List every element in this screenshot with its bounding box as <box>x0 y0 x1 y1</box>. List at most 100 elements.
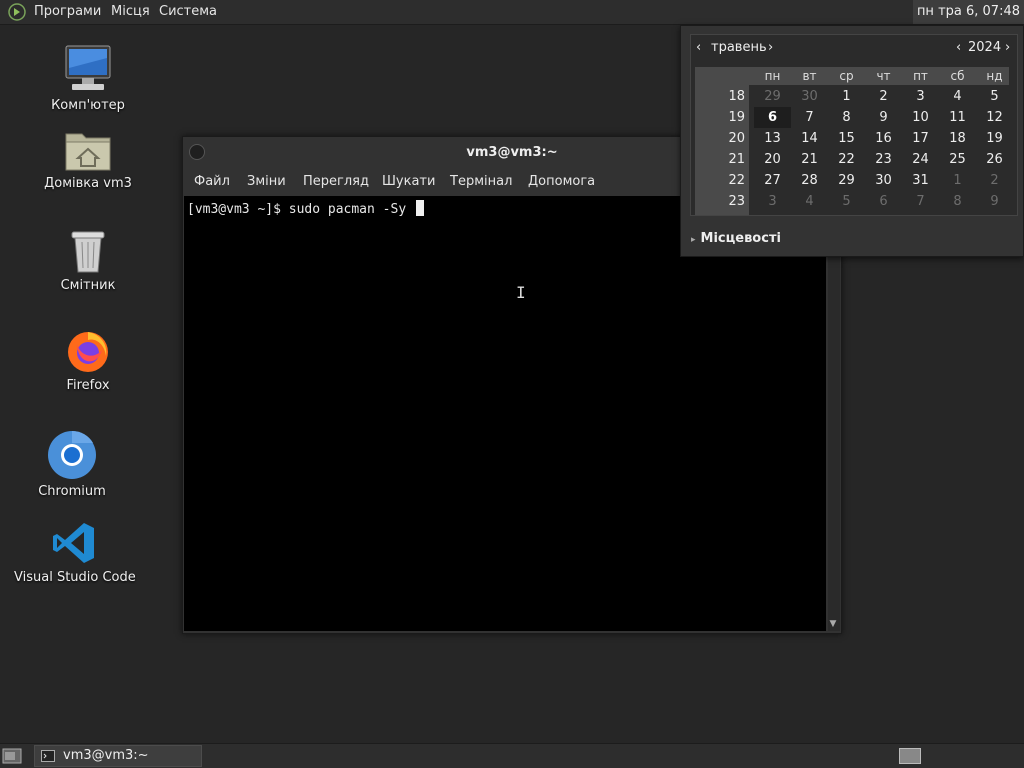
menu-system[interactable]: Система <box>159 0 217 24</box>
desktop-icon-trash[interactable]: Смітник <box>28 228 148 293</box>
taskbar-window-label: vm3@vm3:~ <box>63 748 149 763</box>
calendar-day[interactable]: 12 <box>976 107 1013 128</box>
calendar-day[interactable]: 20 <box>754 149 791 170</box>
vscode-icon <box>53 523 94 563</box>
clock[interactable]: пн тра 6, 07:48 <box>912 0 1024 24</box>
locations-label: Місцевості <box>700 231 781 246</box>
menu-search[interactable]: Шукати <box>382 169 435 195</box>
calendar-day[interactable]: 13 <box>754 128 791 149</box>
calendar-day[interactable]: 30 <box>865 170 902 191</box>
workspace-switcher[interactable] <box>899 748 921 764</box>
calendar-month: травень <box>711 40 767 55</box>
desktop-icon-firefox[interactable]: Firefox <box>28 326 148 393</box>
scroll-down-arrow-icon[interactable]: ▼ <box>827 618 839 630</box>
calendar-day[interactable]: 4 <box>939 86 976 107</box>
calendar-day[interactable]: 8 <box>939 191 976 212</box>
calendar-day[interactable]: 7 <box>902 191 939 212</box>
calendar-day[interactable]: 23 <box>865 149 902 170</box>
next-year-icon[interactable]: › <box>1005 39 1010 57</box>
calendar-day[interactable]: 22 <box>828 149 865 170</box>
calendar-day[interactable]: 8 <box>828 107 865 128</box>
week-number: 23 <box>728 194 745 209</box>
calendar-day[interactable]: 1 <box>828 86 865 107</box>
calendar-day[interactable]: 14 <box>791 128 828 149</box>
desktop-icon-computer[interactable]: Комп'ютер <box>28 44 148 113</box>
weekday-label: чт <box>876 69 891 83</box>
prev-month-icon[interactable]: ‹ <box>696 39 701 57</box>
next-month-icon[interactable]: › <box>768 39 773 57</box>
menu-file[interactable]: Файл <box>194 169 230 195</box>
calendar-day-today[interactable]: 6 <box>754 107 791 128</box>
trash-icon <box>71 231 105 273</box>
desktop-icon-label: Комп'ютер <box>51 98 125 113</box>
menu-programs[interactable]: Програми <box>34 0 101 24</box>
mouse-ibeam-cursor-icon: I <box>516 283 526 302</box>
text-cursor <box>415 200 424 216</box>
terminal-command-line: [vm3@vm3 ~]$ sudo pacman -Sy <box>187 200 424 217</box>
calendar-popup[interactable]: ‹ травень › ‹ 2024 › пн вт ср чт пт сб нд 18 19 2… <box>680 25 1024 257</box>
calendar-day[interactable]: 30 <box>791 86 828 107</box>
calendar-day[interactable]: 29 <box>828 170 865 191</box>
home-folder-icon <box>65 133 111 171</box>
menu-places[interactable]: Місця <box>111 0 150 24</box>
calendar-day[interactable]: 6 <box>865 191 902 212</box>
calendar-widget: ‹ травень › ‹ 2024 › пн вт ср чт пт сб нд 18 19 2… <box>690 34 1018 216</box>
calendar-day[interactable]: 21 <box>791 149 828 170</box>
calendar-day[interactable]: 5 <box>976 86 1013 107</box>
calendar-day[interactable]: 4 <box>791 191 828 212</box>
calendar-day[interactable]: 16 <box>865 128 902 149</box>
calendar-day[interactable]: 1 <box>939 170 976 191</box>
menu-edit[interactable]: Зміни <box>247 169 286 195</box>
calendar-day[interactable]: 29 <box>754 86 791 107</box>
command-text: [vm3@vm3 ~]$ sudo pacman -Sy <box>187 202 414 217</box>
desktop-icon-label: Visual Studio Code <box>14 570 136 585</box>
terminal-output[interactable]: [vm3@vm3 ~]$ sudo pacman -Sy <box>184 196 826 631</box>
calendar-day[interactable]: 25 <box>939 149 976 170</box>
taskbar-window-button[interactable]: vm3@vm3:~ <box>34 745 202 767</box>
calendar-day[interactable]: 28 <box>791 170 828 191</box>
calendar-day[interactable]: 9 <box>976 191 1013 212</box>
weekday-label: ср <box>839 69 854 83</box>
weekday-label: пн <box>764 69 781 83</box>
calendar-day[interactable]: 26 <box>976 149 1013 170</box>
weekday-label: сб <box>950 69 965 83</box>
calendar-day[interactable]: 9 <box>865 107 902 128</box>
desktop-icon-label: Firefox <box>66 378 110 393</box>
show-desktop-icon[interactable] <box>2 747 22 765</box>
calendar-day[interactable]: 24 <box>902 149 939 170</box>
desktop-icon-home[interactable]: Домівка vm3 <box>28 128 148 191</box>
week-number: 18 <box>728 89 745 104</box>
weekday-label: вт <box>802 69 817 83</box>
bottom-panel: vm3@vm3:~ <box>0 743 1024 768</box>
desktop-icon-chromium[interactable]: Chromium <box>12 430 132 499</box>
locations-expander[interactable]: ▸ Місцевості <box>691 231 781 246</box>
calendar-day[interactable]: 27 <box>754 170 791 191</box>
scrollbar[interactable]: ▼ <box>828 196 840 631</box>
calendar-day[interactable]: 19 <box>976 128 1013 149</box>
calendar-day[interactable]: 15 <box>828 128 865 149</box>
calendar-day[interactable]: 3 <box>902 86 939 107</box>
calendar-day[interactable]: 5 <box>828 191 865 212</box>
calendar-day[interactable]: 2 <box>976 170 1013 191</box>
menu-view[interactable]: Перегляд <box>303 169 369 195</box>
firefox-icon <box>68 332 108 372</box>
week-number: 20 <box>728 131 745 146</box>
calendar-day[interactable]: 18 <box>939 128 976 149</box>
calendar-day[interactable]: 10 <box>902 107 939 128</box>
prev-year-icon[interactable]: ‹ <box>956 39 961 57</box>
calendar-day[interactable]: 7 <box>791 107 828 128</box>
desktop-icon-vscode[interactable]: Visual Studio Code <box>14 520 136 585</box>
calendar-day[interactable]: 31 <box>902 170 939 191</box>
desktop-icon-label: Домівка vm3 <box>44 176 132 191</box>
calendar-day[interactable]: 17 <box>902 128 939 149</box>
menu-terminal[interactable]: Термінал <box>450 169 512 195</box>
desktop-icon-label: Смітник <box>60 278 116 293</box>
terminal-icon <box>41 750 55 762</box>
calendar-grid: пн вт ср чт пт сб нд 18 19 20 21 22 23 29 30 1 2 3 4 5 6 7 8 9 1… <box>695 67 1009 215</box>
distro-logo-icon[interactable] <box>8 3 26 21</box>
calendar-day[interactable]: 3 <box>754 191 791 212</box>
weekday-label: пт <box>913 69 928 83</box>
calendar-day[interactable]: 2 <box>865 86 902 107</box>
calendar-day[interactable]: 11 <box>939 107 976 128</box>
menu-help[interactable]: Допомога <box>528 169 595 195</box>
